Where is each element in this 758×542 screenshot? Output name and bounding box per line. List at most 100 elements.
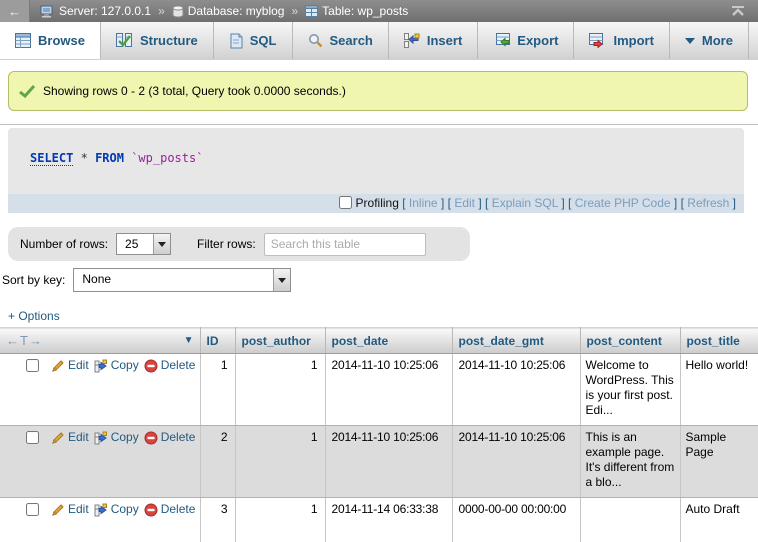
sql-icon bbox=[229, 33, 243, 49]
cell-post-date-gmt[interactable]: 2014-11-10 10:25:06 bbox=[452, 426, 580, 498]
bracket: [ bbox=[568, 196, 571, 210]
back-arrow-icon: ← bbox=[8, 4, 21, 19]
column-header-post-title[interactable]: post_title bbox=[680, 328, 758, 354]
copy-label: Copy bbox=[111, 502, 139, 517]
tab-sql[interactable]: SQL bbox=[214, 22, 293, 59]
breadcrumb-server[interactable]: Server: 127.0.0.1 bbox=[40, 4, 151, 18]
edit-row-link[interactable]: Edit bbox=[51, 430, 89, 445]
bracket: [ bbox=[681, 196, 684, 210]
tab-import-label: Import bbox=[613, 33, 653, 48]
tab-import[interactable]: Import bbox=[574, 22, 669, 59]
copy-row-link[interactable]: Copy bbox=[94, 430, 139, 445]
cell-post-title[interactable]: Auto Draft bbox=[680, 498, 758, 542]
sql-identifier: `wp_posts` bbox=[131, 151, 203, 165]
cell-post-title[interactable]: Hello world! bbox=[680, 354, 758, 426]
browse-icon bbox=[15, 33, 31, 48]
delete-row-link[interactable]: Delete bbox=[144, 358, 196, 373]
cell-post-content[interactable] bbox=[580, 498, 680, 542]
delete-row-link[interactable]: Delete bbox=[144, 502, 196, 517]
copy-row-link[interactable]: Copy bbox=[94, 502, 139, 517]
cell-post-date-gmt[interactable]: 0000-00-00 00:00:00 bbox=[452, 498, 580, 542]
create-php-code-link[interactable]: Create PHP Code bbox=[575, 196, 671, 210]
explain-sql-link[interactable]: Explain SQL bbox=[492, 196, 558, 210]
tab-more-label: More bbox=[702, 33, 733, 48]
cell-id[interactable]: 1 bbox=[200, 354, 235, 426]
column-header-post-content[interactable]: post_content bbox=[580, 328, 680, 354]
bracket: ] bbox=[441, 196, 444, 210]
breadcrumb-table[interactable]: Table: wp_posts bbox=[305, 4, 408, 18]
delete-row-link[interactable]: Delete bbox=[144, 430, 196, 445]
tab-more[interactable]: More bbox=[670, 22, 749, 59]
tab-browse-label: Browse bbox=[38, 33, 85, 48]
breadcrumb-table-label: Table: wp_posts bbox=[322, 4, 408, 18]
number-of-rows-label: Number of rows: bbox=[20, 237, 108, 251]
cell-post-content[interactable]: Welcome to WordPress. This is your first… bbox=[580, 354, 680, 426]
bracket: [ bbox=[402, 196, 405, 210]
tab-browse[interactable]: Browse bbox=[0, 22, 101, 59]
cell-post-title[interactable]: Sample Page bbox=[680, 426, 758, 498]
row-checkbox[interactable] bbox=[26, 431, 39, 444]
cell-post-content[interactable]: This is an example page. It's different … bbox=[580, 426, 680, 498]
cell-post-date[interactable]: 2014-11-10 10:25:06 bbox=[325, 354, 452, 426]
row-actions-cell: Edit Copy Delete bbox=[0, 426, 200, 498]
cell-post-author[interactable]: 1 bbox=[235, 498, 325, 542]
cell-id[interactable]: 2 bbox=[200, 426, 235, 498]
number-of-rows-select[interactable]: 25 bbox=[116, 233, 171, 255]
sql-keyword-select: SELECT bbox=[30, 151, 73, 166]
sql-star: * bbox=[81, 151, 88, 165]
profiling-label: Profiling bbox=[356, 196, 399, 210]
structure-icon bbox=[116, 33, 133, 48]
column-header-id[interactable]: ID bbox=[200, 328, 235, 354]
cell-post-date[interactable]: 2014-11-14 06:33:38 bbox=[325, 498, 452, 542]
bracket: ] bbox=[478, 196, 481, 210]
breadcrumb-bar: ← Server: 127.0.0.1 » Database: myblog »… bbox=[0, 0, 758, 22]
column-header-post-date-gmt[interactable]: post_date_gmt bbox=[452, 328, 580, 354]
sql-query-text: SELECT * FROM `wp_posts` bbox=[8, 128, 744, 194]
row-checkbox[interactable] bbox=[26, 503, 39, 516]
row-checkbox[interactable] bbox=[26, 359, 39, 372]
cell-post-date-gmt[interactable]: 2014-11-10 10:25:06 bbox=[452, 354, 580, 426]
copy-label: Copy bbox=[111, 358, 139, 373]
delete-icon bbox=[144, 431, 158, 445]
copy-row-link[interactable]: Copy bbox=[94, 358, 139, 373]
column-arrows-icon: ←T→ bbox=[6, 333, 43, 348]
bracket: [ bbox=[485, 196, 488, 210]
tab-export[interactable]: Export bbox=[478, 22, 574, 59]
tab-structure[interactable]: Structure bbox=[101, 22, 214, 59]
cell-post-author[interactable]: 1 bbox=[235, 354, 325, 426]
tab-export-label: Export bbox=[517, 33, 558, 48]
sort-by-key-select[interactable]: None bbox=[73, 268, 291, 292]
row-actions-cell: Edit Copy Delete bbox=[0, 498, 200, 542]
inline-link[interactable]: Inline bbox=[409, 196, 438, 210]
collapse-to-top-icon bbox=[730, 5, 746, 17]
breadcrumb-database[interactable]: Database: myblog bbox=[172, 4, 285, 18]
tab-search[interactable]: Search bbox=[293, 22, 389, 59]
pencil-icon bbox=[51, 431, 65, 445]
breadcrumb-separator: » bbox=[158, 4, 165, 18]
sql-query-box: SELECT * FROM `wp_posts` Profiling [ Inl… bbox=[8, 128, 744, 213]
sort-dropdown-icon[interactable]: ▼ bbox=[184, 335, 194, 346]
column-header-post-date[interactable]: post_date bbox=[325, 328, 452, 354]
back-button[interactable]: ← bbox=[0, 0, 30, 22]
collapse-to-top-button[interactable] bbox=[730, 5, 746, 17]
edit-row-link[interactable]: Edit bbox=[51, 502, 89, 517]
filter-rows-input[interactable] bbox=[264, 233, 426, 256]
tab-insert[interactable]: Insert bbox=[389, 22, 478, 59]
sql-keyword-from: FROM bbox=[95, 151, 124, 165]
insert-icon bbox=[404, 33, 420, 48]
profiling-checkbox[interactable] bbox=[339, 196, 352, 209]
column-header-post-author[interactable]: post_author bbox=[235, 328, 325, 354]
bracket: ] bbox=[561, 196, 564, 210]
options-toggle[interactable]: + Options bbox=[8, 309, 60, 323]
number-of-rows-value: 25 bbox=[117, 234, 153, 254]
tab-search-label: Search bbox=[330, 33, 373, 48]
chevron-down-icon bbox=[685, 38, 695, 49]
cell-id[interactable]: 3 bbox=[200, 498, 235, 542]
tab-bar: Browse Structure SQL Search Insert Expor… bbox=[0, 22, 758, 60]
cell-post-date[interactable]: 2014-11-10 10:25:06 bbox=[325, 426, 452, 498]
delete-icon bbox=[144, 503, 158, 517]
edit-query-link[interactable]: Edit bbox=[454, 196, 475, 210]
refresh-link[interactable]: Refresh bbox=[687, 196, 729, 210]
cell-post-author[interactable]: 1 bbox=[235, 426, 325, 498]
edit-row-link[interactable]: Edit bbox=[51, 358, 89, 373]
